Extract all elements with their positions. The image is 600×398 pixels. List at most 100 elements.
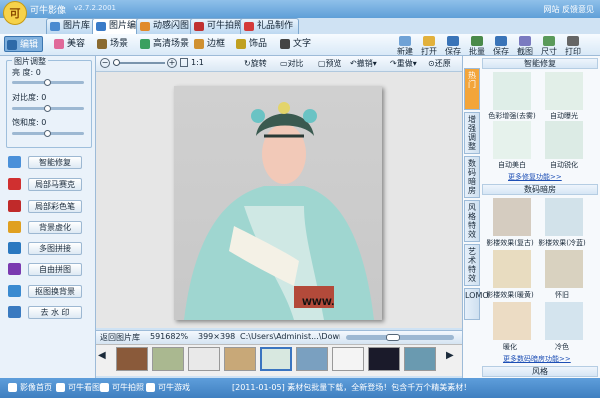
restore-button[interactable]: ⊙还原 [428, 58, 451, 69]
preview-button[interactable]: ▢预览 [318, 58, 342, 69]
status-games[interactable]: 可牛游戏 [146, 382, 190, 393]
top-links[interactable]: 网站 反馈意见 [543, 4, 594, 15]
restore-icon: ⊙ [428, 59, 435, 68]
effect-thumb[interactable] [545, 250, 583, 288]
status-camera[interactable]: 可牛拍照 [100, 382, 144, 393]
vtab-art[interactable]: 艺术特效 [464, 244, 480, 286]
film-thumb[interactable] [332, 347, 364, 371]
print-button[interactable]: 打印 [562, 35, 584, 56]
edited-photo[interactable]: WWW. [174, 86, 382, 320]
film-thumb[interactable] [368, 347, 400, 371]
brightness-knob[interactable] [44, 79, 51, 86]
text-icon [280, 39, 290, 49]
resize-button[interactable]: 尺寸 [538, 35, 560, 56]
effect-label: 自动美白 [498, 161, 526, 169]
tab-gift[interactable]: 礼品制作 [240, 18, 300, 34]
watermark-button[interactable]: 去 水 印 [28, 306, 82, 319]
blur-bg-button[interactable]: 背景虚化 [28, 221, 82, 234]
vtab-enhance[interactable]: 增强调整 [464, 112, 480, 154]
open-button[interactable]: 打开 [418, 35, 440, 56]
screenshot-icon [519, 36, 531, 46]
image-path: C:\Users\Administ...\Downloads [240, 332, 340, 341]
back-to-library[interactable]: 返回图片库 [100, 332, 140, 343]
mosaic-button[interactable]: 局部马赛克 [28, 178, 82, 191]
fit-icon[interactable] [180, 58, 188, 67]
effect-thumb[interactable] [545, 121, 583, 159]
effect-thumb[interactable] [545, 198, 583, 236]
cutout-button[interactable]: 抠图换背景 [28, 285, 82, 298]
image-edit-icon [96, 22, 106, 31]
effect-thumb[interactable] [493, 121, 531, 159]
compare-button[interactable]: ▭对比 [280, 58, 304, 69]
new-button[interactable]: 新建 [394, 35, 416, 56]
section-style[interactable]: 风格 [482, 366, 598, 377]
rotate-label: 旋转 [250, 59, 267, 68]
status-message[interactable]: [2011-01-05] 素材包批量下载，全新登场！包含千万个精美素材！ [232, 382, 471, 393]
free-collage-icon [8, 263, 21, 275]
tool-scene[interactable]: 场景 [95, 36, 128, 52]
tool-beauty[interactable]: 美容 [52, 36, 85, 52]
more-darkroom-link[interactable]: 更多数码暗房功能>> [503, 354, 571, 364]
collage-button[interactable]: 多图拼接 [28, 242, 82, 255]
zoom-knob[interactable] [113, 59, 120, 66]
effect-thumb[interactable] [545, 72, 583, 110]
save-button[interactable]: 保存 [442, 35, 464, 56]
contrast-slider[interactable] [12, 105, 84, 112]
vtab-hot[interactable]: 热门 [464, 68, 480, 110]
camera-icon [194, 22, 204, 31]
animation-icon [140, 22, 150, 31]
vtab-darkroom[interactable]: 数码暗房 [464, 156, 480, 198]
effect-thumb[interactable] [493, 72, 531, 110]
tool-edit[interactable]: 编辑 [4, 36, 44, 52]
camera-icon [100, 383, 109, 392]
film-thumb[interactable] [152, 347, 184, 371]
tab-photo-library[interactable]: 图片库 [46, 18, 97, 34]
rtool-label: 新建 [397, 47, 413, 56]
scroll-thumb[interactable] [386, 334, 400, 341]
section-darkroom[interactable]: 数码暗房 [482, 184, 598, 195]
section-smart-fix[interactable]: 智能修复 [482, 58, 598, 69]
film-thumb[interactable] [296, 347, 328, 371]
effect-thumb[interactable] [545, 302, 583, 340]
undo-button[interactable]: ↶撤销▾ [350, 58, 377, 69]
film-thumb[interactable] [188, 347, 220, 371]
smart-fix-button[interactable]: 智能修复 [28, 156, 82, 169]
saturation-knob[interactable] [44, 130, 51, 137]
film-thumb-selected[interactable] [260, 347, 292, 371]
contrast-knob[interactable] [44, 105, 51, 112]
rotate-button[interactable]: ↻旋转 [244, 58, 267, 69]
tool-hd-scene[interactable]: 高清场景 [138, 36, 189, 52]
more-fix-link[interactable]: 更多修复功能>> [508, 172, 562, 182]
film-thumb[interactable] [404, 347, 436, 371]
free-collage-button[interactable]: 自由拼图 [28, 263, 82, 276]
rtool-label: 批量 [469, 47, 485, 56]
color-pen-button[interactable]: 局部彩色笔 [28, 200, 82, 213]
batch-button[interactable]: 批量 [466, 35, 488, 56]
zoom-in-icon[interactable]: + [167, 58, 177, 68]
tool-frame[interactable]: 边框 [192, 36, 225, 52]
status-home[interactable]: 影像首页 [8, 382, 52, 393]
screenshot-button[interactable]: 截图 [514, 35, 536, 56]
film-thumb[interactable] [116, 347, 148, 371]
zoom-ratio[interactable]: 1:1 [191, 58, 204, 67]
film-thumb[interactable] [224, 347, 256, 371]
next-arrow-icon[interactable]: ▶ [446, 350, 454, 361]
zoom-slider[interactable] [113, 59, 165, 66]
status-viewer[interactable]: 可牛看图 [56, 382, 100, 393]
brightness-slider[interactable] [12, 79, 84, 86]
tab-animation[interactable]: 动感闪图 [136, 18, 196, 34]
redo-button[interactable]: ↷重做▾ [390, 58, 417, 69]
filmstrip-scrollbar[interactable] [346, 334, 454, 341]
vtab-style[interactable]: 风格特效 [464, 200, 480, 242]
zoom-out-icon[interactable]: − [100, 58, 110, 68]
cutout-icon [8, 285, 21, 297]
save-as-button[interactable]: 保存 [490, 35, 512, 56]
effect-thumb[interactable] [493, 302, 531, 340]
effect-thumb[interactable] [493, 250, 531, 288]
saturation-slider[interactable] [12, 130, 84, 137]
effect-thumb[interactable] [493, 198, 531, 236]
vtab-lomo[interactable]: LOMO [464, 288, 489, 320]
tool-accessory[interactable]: 饰品 [234, 36, 267, 52]
tool-text[interactable]: 文字 [278, 36, 311, 52]
prev-arrow-icon[interactable]: ◀ [98, 350, 106, 361]
